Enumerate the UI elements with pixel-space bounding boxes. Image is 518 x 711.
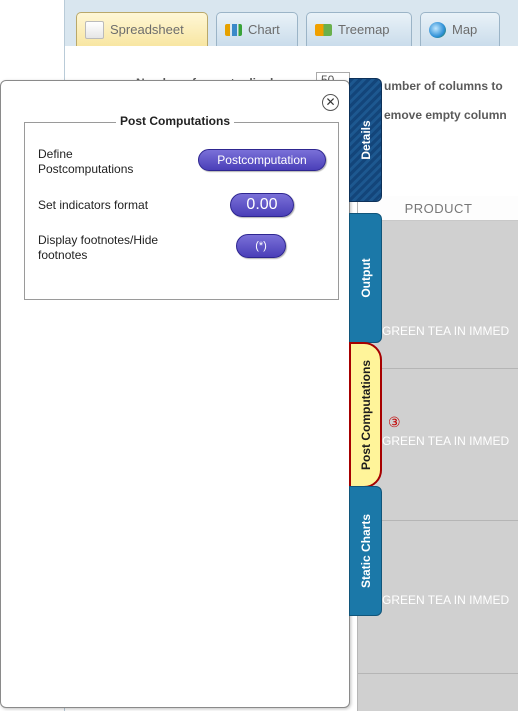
treemap-icon	[315, 23, 332, 36]
tab-label: Details	[358, 120, 373, 160]
display-footnotes-label: Display footnotes/Hide footnotes	[38, 233, 159, 262]
remove-empty-columns-label: emove empty column	[384, 108, 507, 122]
tab-spreadsheet[interactable]: Spreadsheet	[76, 12, 208, 46]
globe-icon	[429, 21, 446, 38]
footnotes-toggle-button[interactable]: (*)	[236, 234, 286, 258]
tab-label: Chart	[248, 22, 280, 37]
tab-output[interactable]: Output	[349, 213, 382, 343]
chart-icon	[225, 23, 242, 36]
tab-chart[interactable]: Chart	[216, 12, 298, 46]
row-divider	[358, 520, 518, 521]
tab-label: Spreadsheet	[110, 22, 184, 37]
column-header-product[interactable]: PRODUCT	[358, 196, 518, 221]
indicators-format-button[interactable]: 0.00	[230, 193, 294, 217]
close-icon[interactable]: ✕	[322, 94, 339, 111]
tab-label: Static Charts	[358, 513, 373, 589]
tab-post-computations[interactable]: Post Computations	[349, 342, 382, 488]
row-divider	[358, 673, 518, 674]
table-cell: GREEN TEA IN IMMED	[382, 593, 510, 607]
tab-map[interactable]: Map	[420, 12, 500, 46]
tab-details[interactable]: Details	[349, 78, 382, 202]
tab-label: Output	[358, 258, 373, 298]
spreadsheet-icon	[85, 20, 104, 39]
tab-static-charts[interactable]: Static Charts	[349, 486, 382, 616]
tab-treemap[interactable]: Treemap	[306, 12, 412, 46]
group-title: Post Computations	[116, 114, 234, 128]
postcomputation-button[interactable]: Postcomputation	[198, 149, 326, 171]
row-divider	[358, 368, 518, 369]
table-cell: GREEN TEA IN IMMED	[382, 324, 510, 338]
table-cell: GREEN TEA IN IMMED	[382, 434, 510, 448]
columns-to-display-label: umber of columns to	[384, 79, 503, 93]
define-postcomputations-label: Define Postcomputations	[38, 147, 134, 176]
tab-label: Post Computations	[358, 360, 373, 470]
set-indicators-format-label: Set indicators format	[38, 198, 149, 212]
tab-label: Treemap	[338, 22, 390, 37]
step-annotation: ③	[388, 414, 401, 430]
tab-label: Map	[452, 22, 478, 37]
